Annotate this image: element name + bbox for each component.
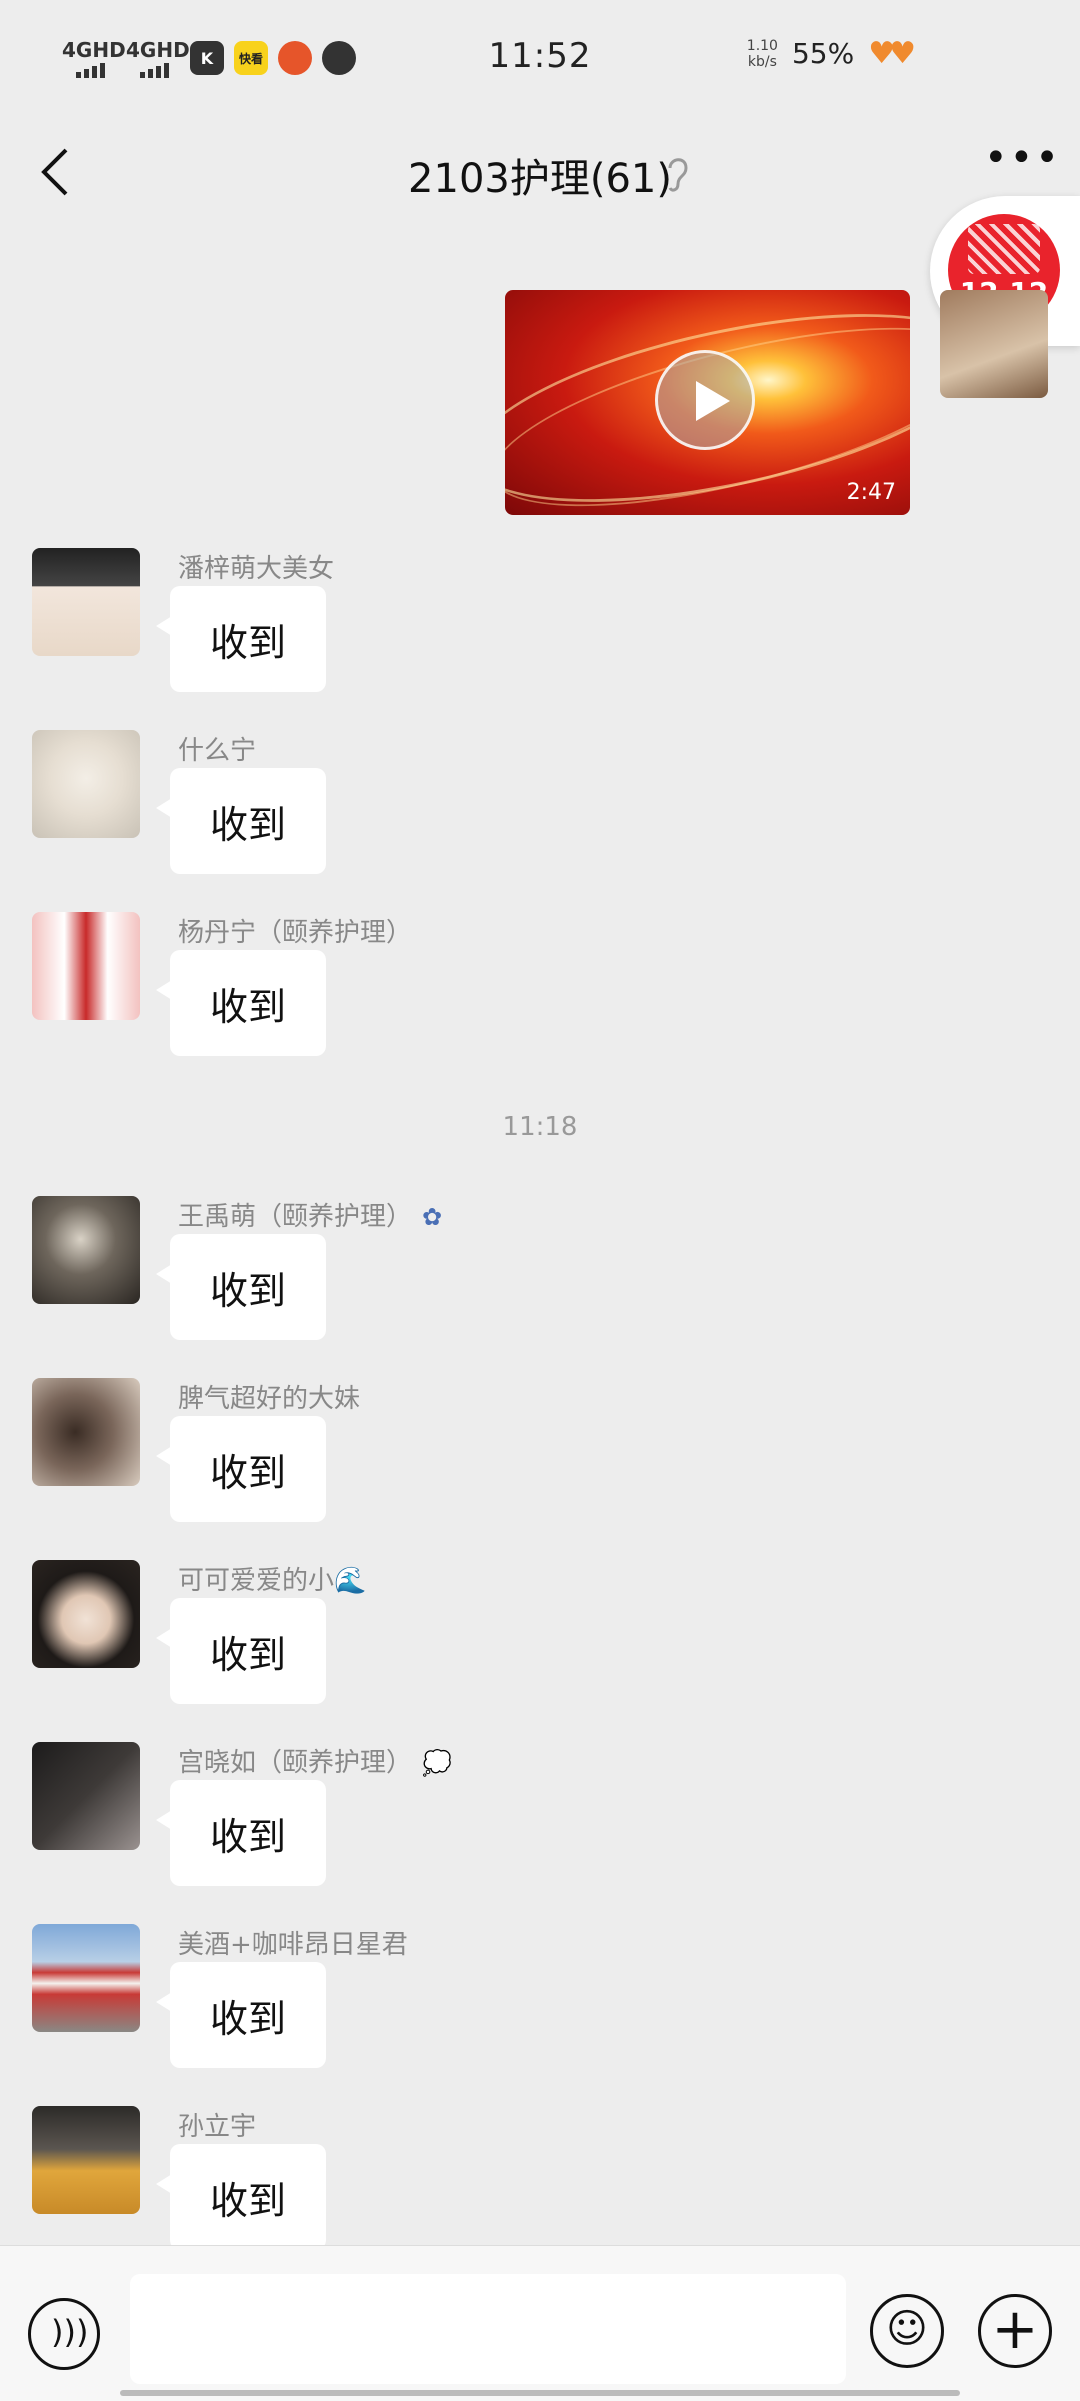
emoji-icon: ☺ <box>886 2306 928 2352</box>
emoji-button[interactable]: ☺ <box>870 2294 944 2368</box>
voice-button[interactable]: ))) <box>28 2298 100 2370</box>
input-bar: ))) ☺ + <box>0 2245 1080 2401</box>
avatar[interactable] <box>32 1378 140 1486</box>
sender-name: 可可爱爱的小🌊 <box>178 1566 367 1596</box>
avatar[interactable] <box>32 1560 140 1668</box>
time-divider: 11:18 <box>502 1112 578 1142</box>
play-icon[interactable] <box>655 350 755 450</box>
ear-icon <box>668 158 688 192</box>
more-icon: ••• <box>984 135 1061 181</box>
plus-button[interactable]: + <box>978 2294 1052 2368</box>
chat-bubble-icon: 💭 <box>422 1749 452 1777</box>
avatar[interactable] <box>32 548 140 656</box>
chat-title: 2103护理(61) <box>408 156 672 202</box>
message-input[interactable] <box>130 2274 846 2384</box>
message-bubble[interactable]: 收到 <box>156 1598 326 1704</box>
message-bubble[interactable]: 收到 <box>156 2144 326 2250</box>
message-item: 王禹萌（颐养护理） ✿ 收到 <box>0 1196 1080 1371</box>
more-button[interactable]: ••• <box>984 138 1059 198</box>
sender-name: 脾气超好的大妹 <box>178 1384 361 1414</box>
message-item: 宫晓如（颐养护理） 💭 收到 <box>0 1742 1080 1917</box>
home-indicator[interactable] <box>120 2390 960 2396</box>
my-avatar[interactable] <box>940 290 1048 398</box>
message-bubble[interactable]: 收到 <box>156 1416 326 1522</box>
battery-percent: 55% <box>791 37 855 70</box>
avatar[interactable] <box>32 1924 140 2032</box>
promo-pattern <box>968 224 1040 274</box>
message-bubble[interactable]: 收到 <box>156 950 326 1056</box>
sender-name: 潘梓萌大美女 <box>178 554 335 584</box>
plus-icon: + <box>991 2297 1039 2362</box>
message-item: 什么宁 收到 <box>0 730 1080 905</box>
sender-name: 杨丹宁（颐养护理） <box>178 918 413 948</box>
paw-icon: ✿ <box>422 1203 443 1231</box>
message-bubble[interactable]: 收到 <box>156 768 326 874</box>
message-item: 杨丹宁（颐养护理） 收到 <box>0 912 1080 1087</box>
message-bubble[interactable]: 收到 <box>156 586 326 692</box>
sender-name: 宫晓如（颐养护理） 💭 <box>178 1748 452 1778</box>
avatar[interactable] <box>32 730 140 838</box>
clock: 11:52 <box>488 36 592 76</box>
message-bubble[interactable]: 收到 <box>156 1780 326 1886</box>
message-bubble[interactable]: 收到 <box>156 1234 326 1340</box>
sender-name: 美酒+咖啡昂日星君 <box>178 1930 408 1960</box>
sender-name: 孙立宇 <box>178 2112 257 2142</box>
battery-heart-icon: ♥♥ <box>868 36 916 71</box>
message-item: 美酒+咖啡昂日星君 收到 <box>0 1924 1080 2099</box>
avatar[interactable] <box>32 1742 140 1850</box>
message-item: 可可爱爱的小🌊 收到 <box>0 1560 1080 1735</box>
sender-name: 什么宁 <box>178 736 257 766</box>
video-duration: 2:47 <box>846 480 896 505</box>
status-right: 1.10 kb/s 55% ♥♥ <box>746 36 916 71</box>
avatar[interactable] <box>32 1196 140 1304</box>
message-bubble[interactable]: 收到 <box>156 1962 326 2068</box>
avatar[interactable] <box>32 2106 140 2214</box>
avatar[interactable] <box>32 912 140 1020</box>
voice-icon: ))) <box>51 2313 89 2351</box>
video-message[interactable]: 2:47 <box>505 290 910 515</box>
message-item: 潘梓萌大美女 收到 <box>0 548 1080 723</box>
status-bar: 4GHD 4GHD K 快看 11:52 1.10 kb/s 55% ♥♥ <box>0 0 1080 120</box>
message-item: 脾气超好的大妹 收到 <box>0 1378 1080 1553</box>
chat-header: 2103护理(61) ••• <box>0 120 1080 230</box>
network-speed: 1.10 kb/s <box>746 37 778 70</box>
sender-name: 王禹萌（颐养护理） ✿ <box>178 1202 443 1232</box>
